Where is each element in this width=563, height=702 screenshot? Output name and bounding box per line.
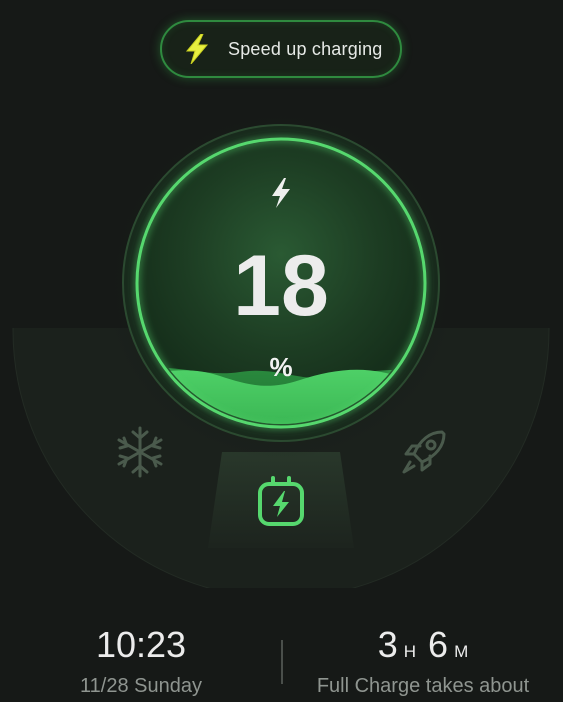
charge-duration: 3H6M [300, 624, 546, 666]
duration-minutes: 6 [428, 624, 449, 665]
divider [281, 640, 283, 684]
rocket-icon[interactable] [398, 426, 450, 478]
lightning-bolt-icon [185, 34, 209, 64]
duration-hours-unit: H [403, 642, 417, 661]
clock-time: 10:23 [95, 624, 187, 665]
battery-dial [12, 107, 550, 588]
speed-up-label: Speed up charging [228, 38, 383, 59]
duration-minutes-unit: M [454, 642, 469, 661]
battery-percentage: 18 [233, 238, 329, 334]
snowflake-icon[interactable] [112, 424, 168, 480]
percent-sign: % [269, 352, 293, 382]
plug-bolt-icon[interactable] [255, 472, 307, 532]
speed-up-charging-button[interactable]: Speed up charging [160, 20, 402, 78]
duration-hours: 3 [377, 624, 398, 665]
full-charge-caption: Full Charge takes about [316, 675, 530, 697]
clock-date: 11/28 Sunday [80, 675, 202, 697]
charging-screen: Speed up charging 18 % 10:23 11/28 Sunda… [0, 0, 563, 702]
